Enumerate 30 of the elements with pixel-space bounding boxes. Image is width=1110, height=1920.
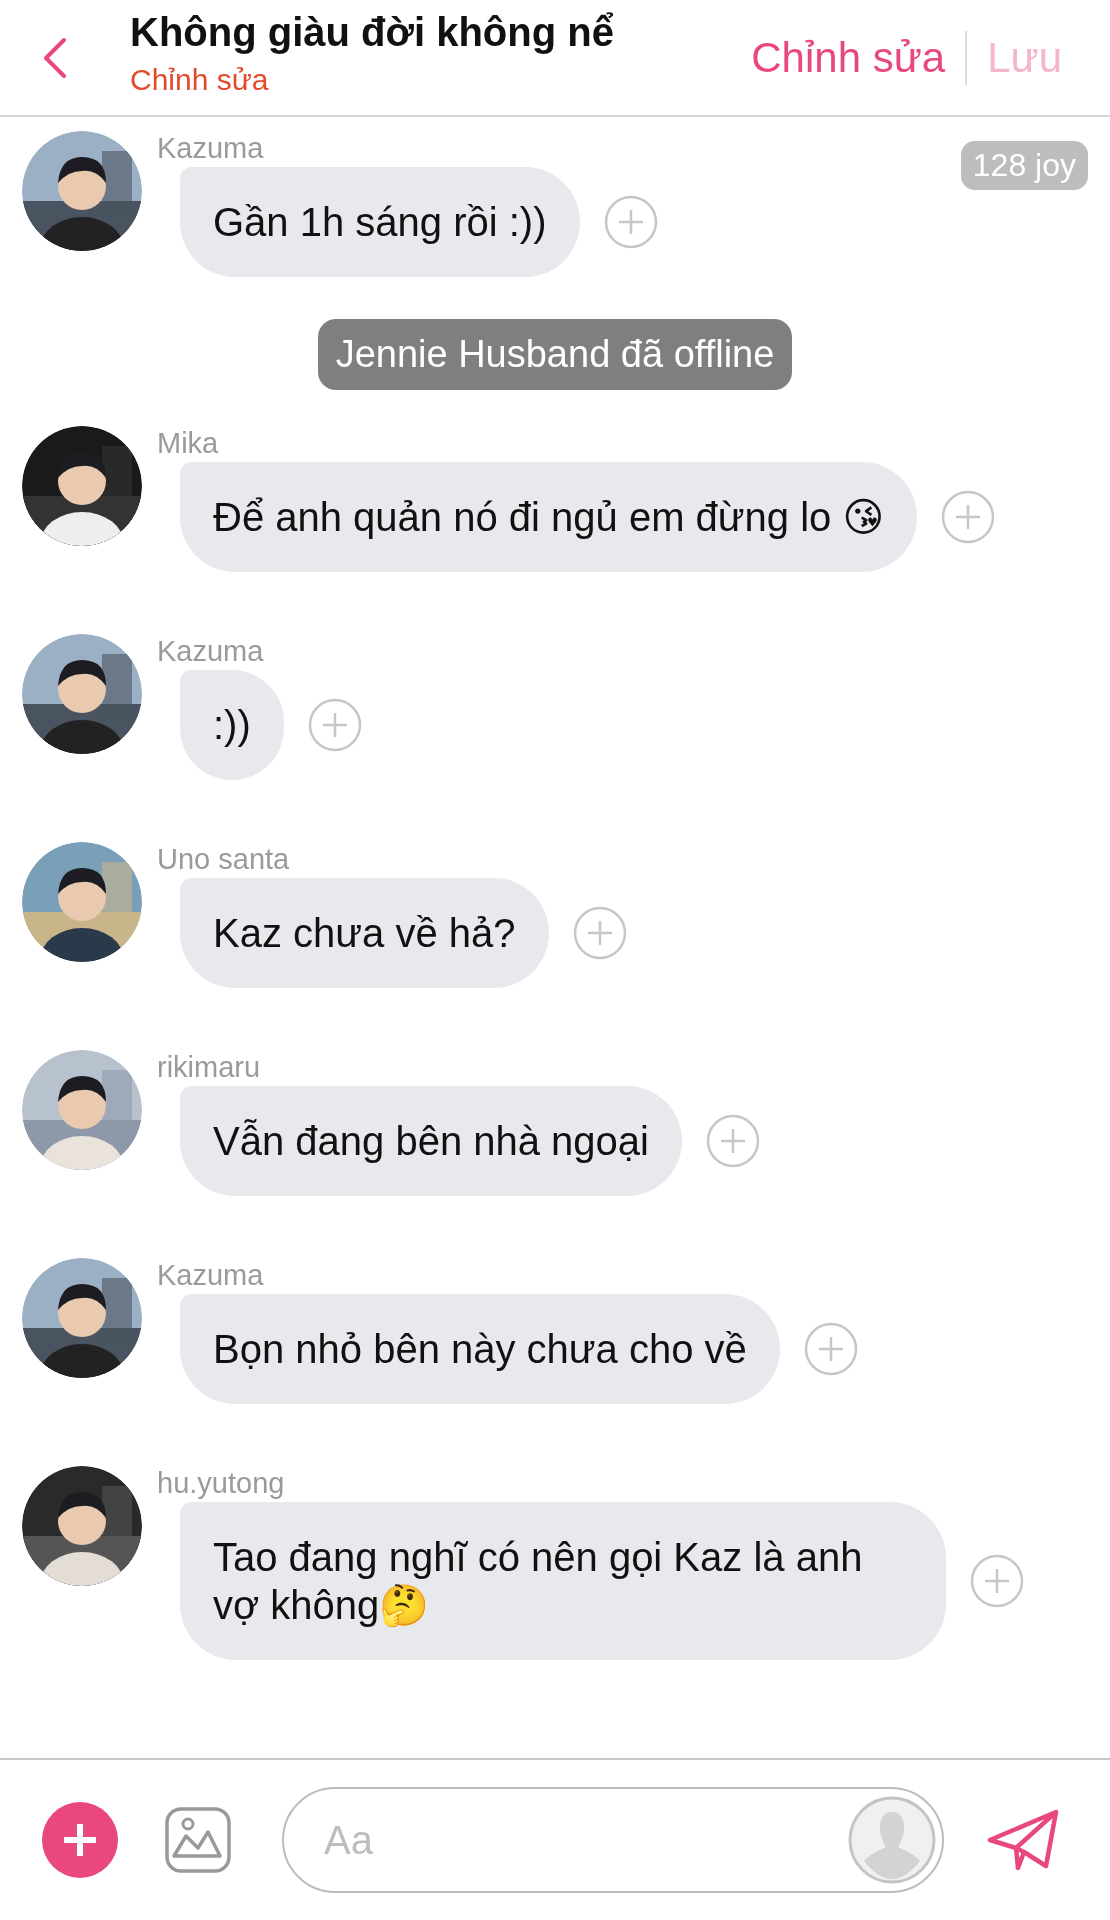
chat-title: Không giàu đời không nể bbox=[130, 10, 615, 55]
sender-name: Uno santa bbox=[157, 842, 291, 876]
edit-link[interactable]: Chỉnh sửa bbox=[130, 63, 732, 97]
message-bubble: Vẫn đang bên nhà ngoại bbox=[180, 1086, 682, 1196]
avatar-silhouette-icon[interactable] bbox=[848, 1796, 936, 1884]
sender-name: rikimaru bbox=[157, 1050, 262, 1084]
edit-button[interactable]: Chỉnh sửa bbox=[731, 33, 966, 82]
sender-name: Kazuma bbox=[157, 1258, 265, 1292]
add-reaction-icon[interactable] bbox=[307, 698, 362, 752]
message-input[interactable]: Aa bbox=[282, 1787, 944, 1893]
sender-name: Mika bbox=[157, 426, 220, 460]
sender-name: Kazuma bbox=[157, 634, 265, 668]
add-reaction-icon[interactable] bbox=[970, 1554, 1024, 1608]
message-bubble: Tao đang nghĩ có nên gọi Kaz là anh vợ không🤔 bbox=[180, 1502, 946, 1660]
add-reaction-icon[interactable] bbox=[803, 1322, 858, 1376]
send-icon[interactable] bbox=[986, 1808, 1060, 1872]
message-bubble: Gần 1h sáng rồi :)) bbox=[180, 167, 580, 277]
add-reaction-icon[interactable] bbox=[705, 1114, 760, 1168]
message-bubble: :)) bbox=[180, 670, 284, 780]
image-icon[interactable] bbox=[164, 1806, 232, 1874]
status-notice: Jennie Husband đã offline bbox=[317, 319, 793, 390]
add-reaction-icon[interactable] bbox=[941, 490, 996, 544]
message-bubble: Bọn nhỏ bên này chưa cho về bbox=[180, 1294, 780, 1404]
sender-name: Kazuma bbox=[157, 131, 265, 165]
sender-name: hu.yutong bbox=[157, 1466, 286, 1500]
message-bubble: Để anh quản nó đi ngủ em đừng lo 😘 bbox=[180, 462, 918, 572]
message-bubble: Kaz chưa về hả? bbox=[180, 878, 549, 988]
add-reaction-icon[interactable] bbox=[572, 906, 627, 960]
joy-badge: 128 joy bbox=[960, 141, 1088, 190]
add-reaction-icon[interactable] bbox=[603, 195, 658, 249]
